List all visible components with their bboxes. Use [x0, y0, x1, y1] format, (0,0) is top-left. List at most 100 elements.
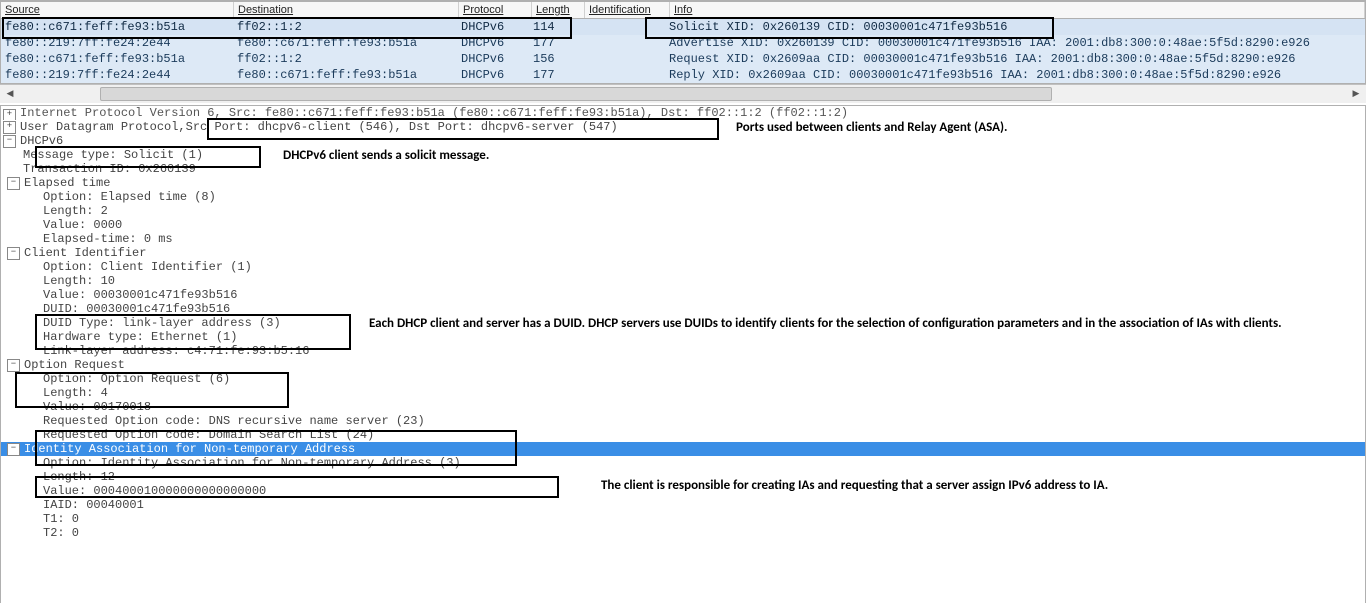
collapse-icon[interactable]: [7, 247, 20, 260]
tree-line[interactable]: Requested Option code: DNS recursive nam…: [1, 414, 1365, 428]
tree-line[interactable]: Length: 2: [1, 204, 1365, 218]
tree-line[interactable]: T1: 0: [1, 512, 1365, 526]
tree-label: Requested Option code: Domain Search Lis…: [43, 428, 374, 442]
tree-label: Value: 00030001c471fe93b516: [43, 288, 237, 302]
col-header-length[interactable]: Length: [532, 2, 585, 18]
tree-label: Length: 10: [43, 274, 115, 288]
cell-destination: ff02::1:2: [233, 19, 457, 35]
tree-line[interactable]: Elapsed time: [0, 176, 1349, 190]
scroll-right-icon[interactable]: ▶: [1348, 86, 1364, 102]
cell-source: fe80::219:7ff:fe24:2e44: [1, 67, 233, 83]
tree-line[interactable]: Option: Option Request (6): [1, 372, 1365, 386]
tree-label: T2: 0: [43, 526, 79, 540]
cell-source: fe80::c671:feff:fe93:b51a: [1, 51, 233, 67]
tree-label: DHCPv6: [20, 134, 63, 148]
tree-line[interactable]: Option Request: [0, 358, 1349, 372]
tree-line[interactable]: T2: 0: [1, 526, 1365, 540]
packet-list-body[interactable]: fe80::c671:feff:fe93:b51a ff02::1:2 DHCP…: [1, 19, 1365, 83]
cell-destination: ff02::1:2: [233, 51, 457, 67]
tree-line[interactable]: Identity Association for Non-temporary A…: [0, 442, 1366, 456]
tree-line[interactable]: Length: 10: [1, 274, 1365, 288]
tree-line[interactable]: User Datagram Protocol, Src Port: dhcpv6…: [1, 120, 1365, 134]
cell-source: fe80::c671:feff:fe93:b51a: [1, 19, 233, 35]
annotation-duid: Each DHCP client and server has a DUID. …: [369, 316, 1319, 331]
tree-line[interactable]: Link-layer address: c4:71:fe:93:b5:16: [1, 344, 1365, 358]
packet-details[interactable]: Internet Protocol Version 6, Src: fe80::…: [0, 105, 1366, 603]
packet-list[interactable]: Source Destination Protocol Length Ident…: [0, 2, 1366, 84]
tree-label: Length: 12: [43, 470, 115, 484]
tree-label: Value: 000400010000000000000000: [43, 484, 266, 498]
tree-label: Elapsed-time: 0 ms: [43, 232, 173, 246]
annotation-ia: The client is responsible for creating I…: [601, 478, 1366, 493]
cell-destination: fe80::c671:feff:fe93:b51a: [233, 67, 457, 83]
tree-line[interactable]: Value: 0000: [1, 218, 1365, 232]
col-header-info[interactable]: Info: [670, 2, 1365, 18]
cell-length: 177: [529, 35, 581, 51]
cell-id: [581, 67, 665, 83]
cell-info: Solicit XID: 0x260139 CID: 00030001c471f…: [665, 19, 1365, 35]
tree-line[interactable]: Transaction ID: 0x260139: [1, 162, 1365, 176]
expand-icon[interactable]: [3, 109, 16, 120]
tree-label: Link-layer address: c4:71:fe:93:b5:16: [43, 344, 309, 358]
tree-label: User Datagram Protocol,: [20, 120, 186, 134]
tree-label: Message type: Solicit (1): [23, 148, 203, 162]
tree-label: Elapsed time: [24, 176, 110, 190]
tree-label: Option Request: [24, 358, 125, 372]
tree-line[interactable]: Requested Option code: Domain Search Lis…: [1, 428, 1365, 442]
cell-info: Advertise XID: 0x260139 CID: 00030001c47…: [665, 35, 1365, 51]
tree-line[interactable]: Elapsed-time: 0 ms: [1, 232, 1365, 246]
tree-line[interactable]: Value: 00030001c471fe93b516: [1, 288, 1365, 302]
col-header-source[interactable]: Source: [1, 2, 234, 18]
tree-label: Requested Option code: DNS recursive nam…: [43, 414, 425, 428]
annotation-solicit: DHCPv6 client sends a solicit message.: [283, 148, 489, 163]
collapse-icon[interactable]: [7, 177, 20, 190]
tree-line[interactable]: Option: Elapsed time (8): [1, 190, 1365, 204]
cell-id: [581, 19, 665, 35]
tree-line[interactable]: Option: Identity Association for Non-tem…: [1, 456, 1365, 470]
tree-line[interactable]: DHCPv6: [1, 134, 1365, 148]
horizontal-scrollbar[interactable]: ◀ ▶: [0, 84, 1366, 103]
tree-line[interactable]: Hardware type: Ethernet (1): [1, 330, 1365, 344]
cell-protocol: DHCPv6: [457, 51, 529, 67]
cell-length: 114: [529, 19, 581, 35]
tree-line[interactable]: Internet Protocol Version 6, Src: fe80::…: [1, 106, 1365, 120]
col-header-destination[interactable]: Destination: [234, 2, 459, 18]
tree-line[interactable]: Value: 00170018: [1, 400, 1365, 414]
packet-row[interactable]: fe80::c671:feff:fe93:b51a ff02::1:2 DHCP…: [1, 51, 1365, 67]
tree-label: IAID: 00040001: [43, 498, 144, 512]
tree-label: Client Identifier: [24, 246, 146, 260]
tree-label: Option: Client Identifier (1): [43, 260, 252, 274]
tree-line[interactable]: Client Identifier: [0, 246, 1349, 260]
cell-length: 156: [529, 51, 581, 67]
annotation-ports: Ports used between clients and Relay Age…: [736, 120, 1007, 135]
scroll-thumb[interactable]: [100, 87, 1052, 101]
cell-protocol: DHCPv6: [457, 19, 529, 35]
cell-destination: fe80::c671:feff:fe93:b51a: [233, 35, 457, 51]
packet-row[interactable]: fe80::c671:feff:fe93:b51a ff02::1:2 DHCP…: [1, 19, 1365, 35]
tree-line[interactable]: Option: Client Identifier (1): [1, 260, 1365, 274]
collapse-icon[interactable]: [7, 443, 20, 456]
scroll-left-icon[interactable]: ◀: [2, 86, 18, 102]
collapse-icon[interactable]: [7, 359, 20, 372]
cell-protocol: DHCPv6: [457, 35, 529, 51]
cell-info: Reply XID: 0x2609aa CID: 00030001c471fe9…: [665, 67, 1365, 83]
cell-info: Request XID: 0x2609aa CID: 00030001c471f…: [665, 51, 1365, 67]
collapse-icon[interactable]: [3, 135, 16, 148]
packet-row[interactable]: fe80::219:7ff:fe24:2e44 fe80::c671:feff:…: [1, 67, 1365, 83]
tree-label: T1: 0: [43, 512, 79, 526]
tree-line[interactable]: IAID: 00040001: [1, 498, 1365, 512]
tree-label: Option: Elapsed time (8): [43, 190, 216, 204]
tree-line[interactable]: Length: 4: [1, 386, 1365, 400]
tree-label: Value: 0000: [43, 218, 122, 232]
col-header-protocol[interactable]: Protocol: [459, 2, 532, 18]
col-header-identification[interactable]: Identification: [585, 2, 670, 18]
cell-id: [581, 51, 665, 67]
tree-line[interactable]: Message type: Solicit (1): [1, 148, 1365, 162]
tree-label: DUID: 00030001c471fe93b516: [43, 302, 230, 316]
tree-label: Length: 2: [43, 204, 108, 218]
expand-icon[interactable]: [3, 121, 16, 134]
packet-row[interactable]: fe80::219:7ff:fe24:2e44 fe80::c671:feff:…: [1, 35, 1365, 51]
cell-source: fe80::219:7ff:fe24:2e44: [1, 35, 233, 51]
tree-label: Internet Protocol Version 6, Src: fe80::…: [20, 106, 848, 120]
tree-line[interactable]: DUID: 00030001c471fe93b516: [1, 302, 1365, 316]
